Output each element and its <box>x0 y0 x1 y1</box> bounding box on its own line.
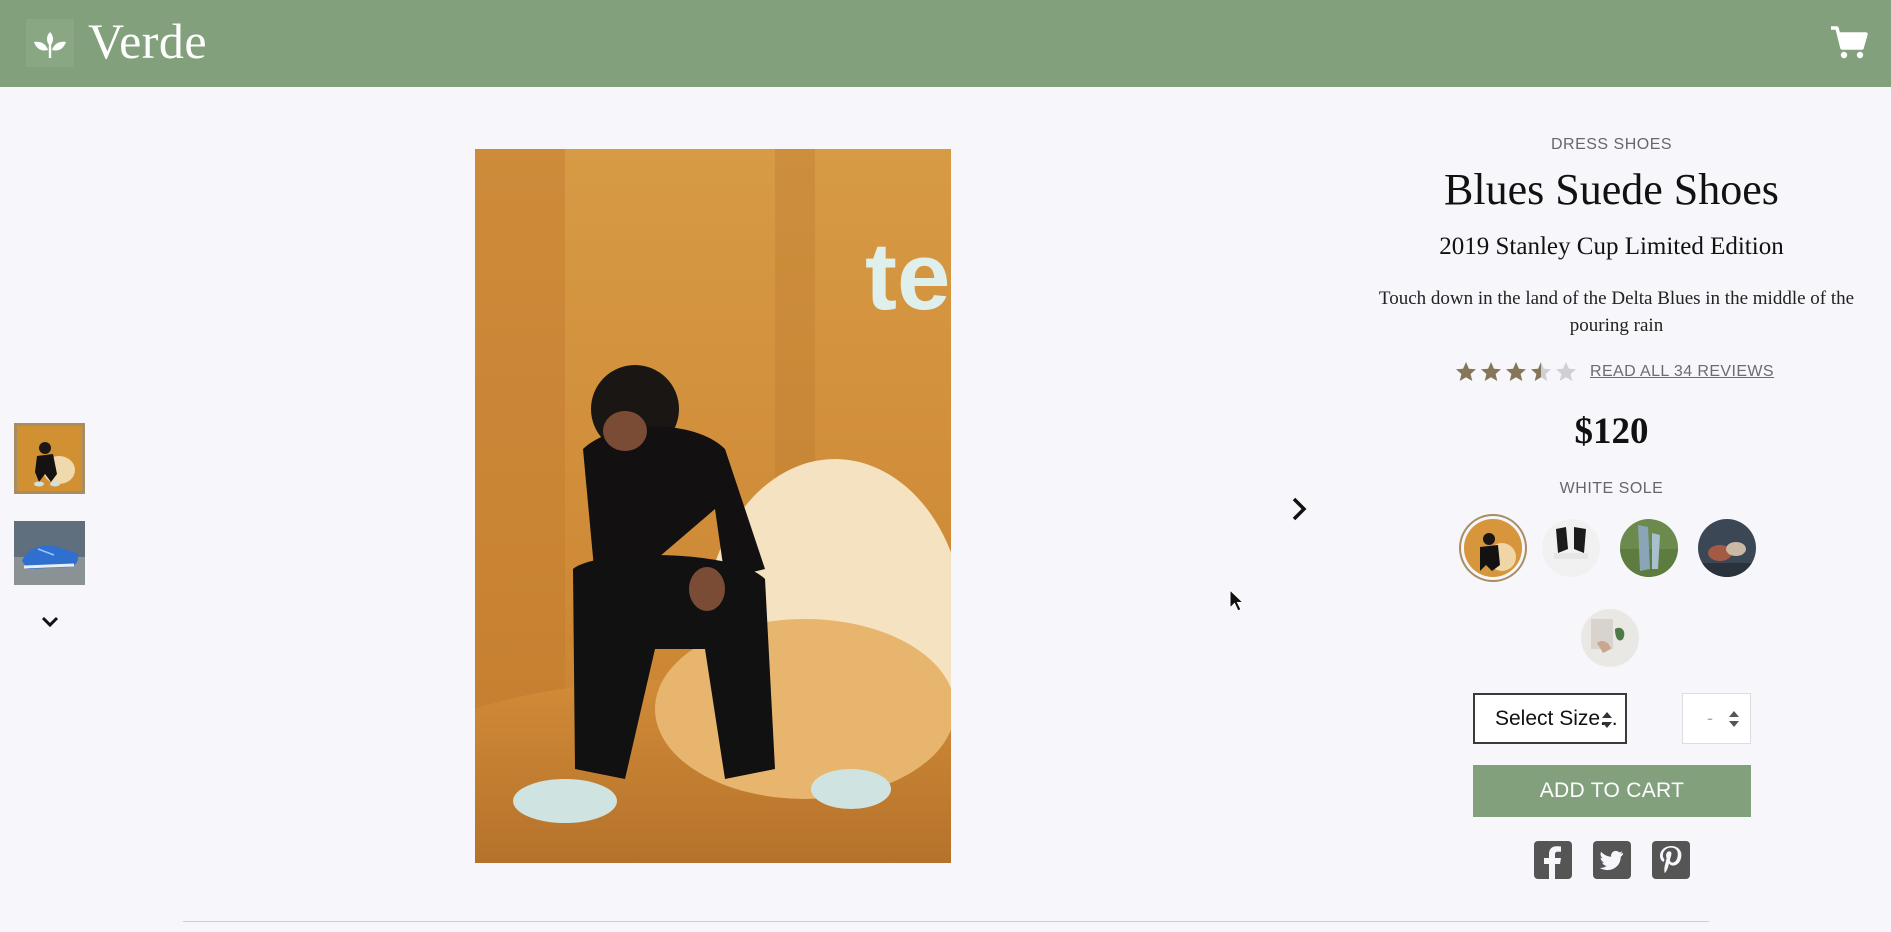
variant-label: WHITE SOLE <box>1559 480 1664 497</box>
variant-swatch-2[interactable] <box>1542 519 1600 577</box>
product-category: DRESS SHOES <box>1550 136 1673 153</box>
variant-swatch-3[interactable] <box>1620 519 1678 577</box>
svg-text:te: te <box>865 223 950 330</box>
size-select[interactable]: Select Size... <box>1473 693 1627 744</box>
product-subtitle: 2019 Stanley Cup Limited Edition <box>1439 233 1784 260</box>
star-full-icon <box>1456 362 1476 381</box>
read-reviews-link[interactable]: READ ALL 34 REVIEWS <box>1590 363 1774 381</box>
thumbnail-1[interactable] <box>14 423 85 494</box>
product-price: $120 <box>1574 411 1649 452</box>
shopping-cart-icon[interactable] <box>1829 24 1869 60</box>
quantity-select[interactable]: - <box>1682 693 1751 744</box>
star-empty-icon <box>1556 362 1576 381</box>
pinterest-icon[interactable] <box>1651 840 1691 880</box>
select-arrows-icon <box>1729 711 1739 727</box>
rating-row: READ ALL 34 REVIEWS <box>1454 358 1774 386</box>
size-select-value: Select Size... <box>1495 706 1618 730</box>
section-divider <box>183 921 1709 922</box>
leaf-logo-icon[interactable] <box>26 19 74 67</box>
add-to-cart-button[interactable]: ADD TO CART <box>1473 765 1751 817</box>
thumbnail-2[interactable] <box>14 521 85 585</box>
chevron-right-icon[interactable] <box>1286 493 1312 525</box>
product-title: Blues Suede Shoes <box>1444 165 1779 214</box>
variant-swatch-5[interactable] <box>1581 609 1639 667</box>
brand-name[interactable]: Verde <box>88 12 207 70</box>
star-half-icon <box>1531 362 1551 381</box>
variant-swatch-1[interactable] <box>1464 519 1522 577</box>
star-full-icon <box>1481 362 1501 381</box>
star-full-icon <box>1506 362 1526 381</box>
select-arrows-icon <box>1602 712 1612 728</box>
twitter-icon[interactable] <box>1592 840 1632 880</box>
chevron-down-icon[interactable] <box>36 610 64 632</box>
variant-swatch-4[interactable] <box>1698 519 1756 577</box>
product-main-image: te <box>475 149 951 863</box>
mouse-cursor-icon <box>1229 588 1245 613</box>
quantity-select-value: - <box>1707 708 1713 728</box>
facebook-icon[interactable] <box>1533 840 1573 880</box>
product-description: Touch down in the land of the Delta Blue… <box>1378 288 1855 336</box>
site-header: Verde <box>0 0 1891 87</box>
star-rating <box>1454 360 1578 384</box>
